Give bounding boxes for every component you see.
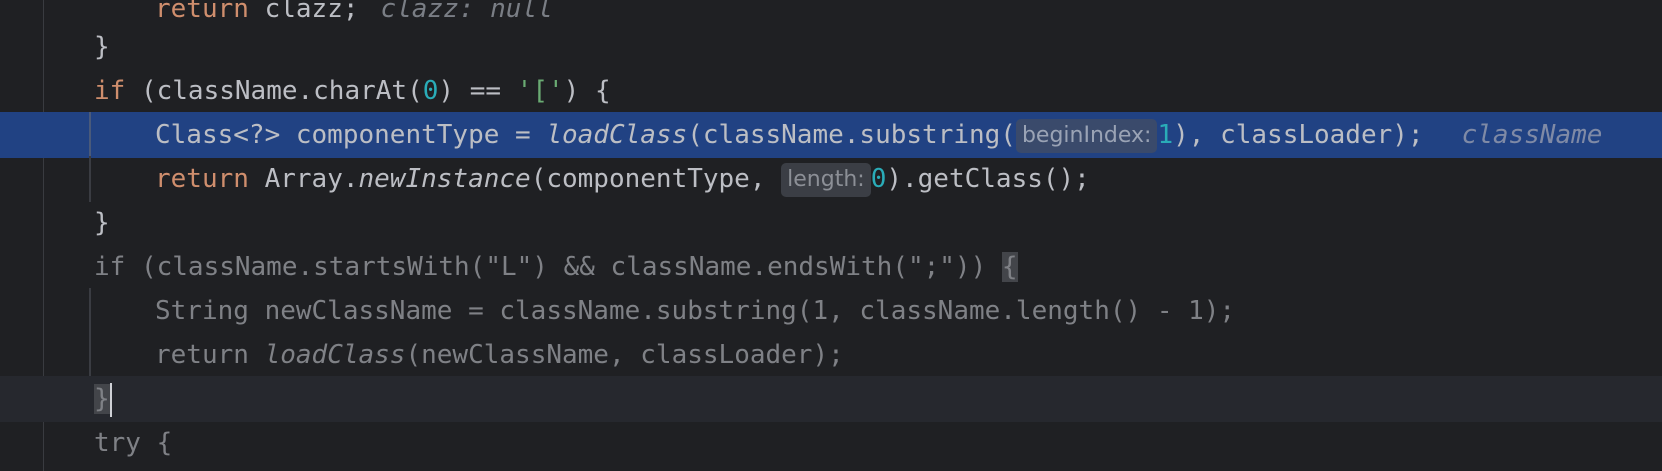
code-editor[interactable]: return clazz; clazz: null } if (className… <box>0 0 1662 471</box>
parameter-hint: beginIndex: <box>1015 119 1158 153</box>
indent-guide <box>89 112 91 158</box>
code-text: } <box>94 208 110 238</box>
code-text: } <box>94 32 110 62</box>
execution-line-highlight[interactable]: Class<?> componentType = loadClass(class… <box>0 112 1662 158</box>
code-text: if (className.startsWith("L") && classNa… <box>94 252 1002 282</box>
code-line[interactable]: String newClassName = className.substrin… <box>0 288 1662 334</box>
method-call: newInstance <box>358 164 531 194</box>
code-text: ) == <box>438 76 517 106</box>
number-literal: 1 <box>1157 120 1174 150</box>
code-line[interactable]: } <box>0 200 1662 246</box>
indent-guide <box>89 332 91 378</box>
indent-guide <box>89 156 91 202</box>
string-literal: '[' <box>516 76 564 106</box>
matched-brace: } <box>94 384 110 414</box>
number-literal: 0 <box>870 164 887 194</box>
code-text: (newClassName, classLoader); <box>405 340 844 370</box>
code-text: Class<?> componentType = <box>155 120 547 150</box>
code-text: ).getClass(); <box>886 164 1090 194</box>
method-call: loadClass <box>546 120 688 150</box>
text-caret <box>109 382 112 417</box>
current-line[interactable]: } <box>0 376 1662 422</box>
keyword: if <box>94 76 126 106</box>
keyword: return <box>155 0 249 24</box>
code-text: Array. <box>248 164 359 194</box>
code-text: (className.charAt( <box>125 76 423 106</box>
code-line[interactable]: if (className.startsWith("L") && classNa… <box>0 244 1662 290</box>
code-text: (componentType, <box>530 164 782 194</box>
code-text: return <box>155 340 265 370</box>
method-call: loadClass <box>264 340 406 370</box>
matched-brace: { <box>1001 252 1018 282</box>
code-line[interactable]: if (className.charAt(0) == '[') { <box>0 68 1662 114</box>
code-text: try { <box>94 428 173 458</box>
indent-guide <box>89 288 91 334</box>
code-line[interactable]: return loadClass(newClassName, classLoad… <box>0 332 1662 378</box>
code-line[interactable]: } <box>0 24 1662 70</box>
code-text: ) { <box>563 76 611 106</box>
parameter-hint: length: <box>781 163 871 197</box>
inline-value-hint: clazz: null <box>380 0 553 24</box>
code-text: ), classLoader); <box>1173 120 1424 150</box>
keyword: return <box>155 164 249 194</box>
code-text: (className.substring( <box>687 120 1016 150</box>
number-literal: 0 <box>422 76 439 106</box>
code-text: clazz; <box>248 0 359 24</box>
code-line[interactable]: return Array.newInstance(componentType, … <box>0 156 1662 202</box>
code-line[interactable]: try { <box>0 420 1662 466</box>
code-text: String newClassName = className.substrin… <box>155 296 1236 326</box>
inline-value-hint: className <box>1461 120 1603 150</box>
